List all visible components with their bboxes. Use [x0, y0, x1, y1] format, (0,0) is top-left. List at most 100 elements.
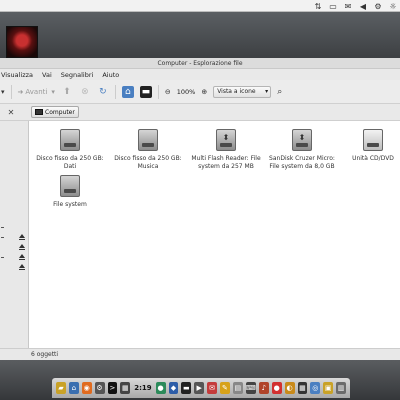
sidebar-item[interactable]: [0, 264, 29, 272]
drive-label: SanDisk Cruzer Micro: File system da 8,0…: [269, 155, 335, 170]
drive-item[interactable]: SanDisk Cruzer Micro: File system da 8,0…: [265, 129, 339, 171]
home-folder-icon[interactable]: ⌂: [68, 382, 79, 394]
mail-icon[interactable]: ✉: [207, 382, 218, 394]
network-icon[interactable]: ◆: [168, 382, 179, 394]
sidebar-item[interactable]: [0, 234, 29, 242]
zoom-in-icon[interactable]: ⊕: [201, 85, 207, 99]
display-icon[interactable]: ▦: [297, 382, 308, 394]
menu-vai[interactable]: Vai: [41, 71, 53, 79]
location-bar: ✕ Computer: [0, 104, 400, 121]
harddisk-icon: [138, 129, 158, 151]
volume-icon[interactable]: ◀: [358, 2, 368, 11]
forward-arrow-icon: ➜: [17, 87, 24, 96]
eject-icon[interactable]: [18, 244, 25, 251]
trash-icon[interactable]: ▥: [336, 382, 347, 394]
back-dropdown-icon[interactable]: ▾: [1, 85, 5, 99]
eject-icon[interactable]: [18, 234, 25, 241]
chevron-down-icon: ▾: [265, 88, 269, 95]
status-bar: 6 oggetti: [0, 348, 400, 360]
settings-icon[interactable]: ⚙: [373, 2, 383, 11]
sidebar-item[interactable]: [0, 254, 29, 262]
toolbar: ▾ ➜ Avanti ▾ ⬆ ⊗ ↻ ⌂ ▬ ⊖ 100% ⊕ Vista a …: [0, 80, 400, 104]
archive-icon[interactable]: ▣: [323, 382, 334, 394]
music-icon[interactable]: ♪: [258, 382, 269, 394]
optical-drive-icon: [363, 129, 383, 151]
dock: ▰ ⌂ ◉ ⚙ > ▦ 2:19 ● ◆ ▬ ▶ ✉ ✎ ▤ ⌨ ♪ ● ◐ ▦…: [52, 378, 350, 398]
text-editor-icon[interactable]: ✎: [220, 382, 230, 394]
sidebar-marker: [1, 257, 4, 258]
drive-item[interactable]: Disco fisso da 250 GB: Dati: [33, 129, 107, 171]
photo-icon[interactable]: ◐: [284, 382, 295, 394]
folder-icon[interactable]: ▰: [56, 382, 66, 394]
search-icon[interactable]: ⌕: [277, 85, 282, 99]
menu-aiuto[interactable]: Aiuto: [101, 71, 120, 79]
window-title: Computer - Esplorazione file: [0, 58, 400, 69]
office-icon[interactable]: ▤: [232, 382, 243, 394]
toolbar-separator: [10, 84, 12, 99]
desktop-background: [0, 12, 400, 59]
monitor-icon[interactable]: ▬: [181, 382, 192, 394]
file-manager-window: Computer - Esplorazione file Visualizza …: [0, 58, 400, 360]
drive-item[interactable]: File system: [33, 175, 107, 209]
sidebar-item[interactable]: [0, 244, 29, 252]
forward-button[interactable]: ➜ Avanti ▾: [18, 85, 55, 99]
drive-label: Disco fisso da 250 GB: Dati: [36, 155, 104, 170]
zoom-level: 100%: [176, 87, 196, 96]
home-icon[interactable]: ⌂: [121, 85, 134, 98]
computer-icon: [35, 109, 43, 115]
file-view: Disco fisso da 250 GB: Dati Disco fisso …: [29, 121, 400, 348]
keyboard-icon[interactable]: ⌨: [245, 382, 256, 394]
terminal-icon[interactable]: >: [107, 382, 118, 394]
sidebar: [0, 121, 29, 348]
reload-icon[interactable]: ↻: [97, 86, 109, 98]
menu-visualizza[interactable]: Visualizza: [0, 71, 34, 79]
mail-icon[interactable]: ✉: [343, 2, 353, 11]
network-icon[interactable]: ⇅: [313, 2, 323, 11]
record-icon[interactable]: ●: [271, 382, 282, 394]
top-system-bar: ⇅ ▭ ✉ ◀ ⚙ ☼: [0, 0, 400, 12]
eject-icon[interactable]: [18, 254, 25, 261]
close-sidebar-icon[interactable]: ✕: [0, 108, 22, 117]
usb-drive-icon: [216, 129, 236, 151]
system-tray: ⇅ ▭ ✉ ◀ ⚙ ☼: [313, 1, 398, 11]
battery-icon[interactable]: ▭: [328, 2, 338, 11]
drive-item[interactable]: Disco fisso da 250 GB: Musica: [111, 129, 185, 171]
chat-icon[interactable]: ●: [155, 382, 166, 394]
path-button-computer[interactable]: Computer: [31, 106, 79, 118]
drive-item[interactable]: Multi Flash Reader: File system da 257 M…: [189, 129, 263, 171]
harddisk-icon: [60, 175, 80, 197]
media-icon[interactable]: ▶: [194, 382, 205, 394]
drive-label: Unità CD/DVD: [352, 155, 394, 162]
toolbar-separator: [114, 84, 116, 99]
sidebar-marker: [1, 227, 4, 228]
harddisk-icon: [60, 129, 80, 151]
stop-icon[interactable]: ⊗: [79, 86, 91, 98]
view-mode-select[interactable]: Vista a icone ▾: [213, 85, 272, 98]
window-body: Disco fisso da 250 GB: Dati Disco fisso …: [0, 121, 400, 348]
path-button-label: Computer: [45, 108, 75, 116]
view-mode-label: Vista a icone: [217, 88, 256, 95]
zoom-out-icon[interactable]: ⊖: [165, 85, 171, 99]
clock[interactable]: 2:19: [133, 384, 152, 392]
drive-label: File system: [53, 201, 87, 208]
browser-icon[interactable]: ◉: [81, 382, 92, 394]
desktop-icon-image[interactable]: [6, 26, 38, 58]
drive-label: Disco fisso da 250 GB: Musica: [114, 155, 182, 170]
menu-segnalibri[interactable]: Segnalibri: [60, 71, 95, 79]
settings-icon[interactable]: ⚙: [94, 382, 105, 394]
camera-icon[interactable]: ◎: [310, 382, 321, 394]
eject-icon[interactable]: [18, 264, 25, 271]
computer-icon[interactable]: ▬: [139, 85, 152, 98]
forward-label: Avanti: [25, 87, 48, 96]
drive-item[interactable]: Unità CD/DVD: [343, 129, 400, 163]
up-icon[interactable]: ⬆: [61, 86, 73, 98]
sidebar-item[interactable]: [0, 224, 29, 232]
usb-drive-icon: [292, 129, 312, 151]
calculator-icon[interactable]: ▦: [120, 382, 131, 394]
sidebar-marker: [1, 237, 4, 238]
brightness-icon[interactable]: ☼: [388, 2, 398, 11]
forward-dropdown-icon: ▾: [51, 87, 55, 96]
toolbar-separator: [157, 84, 159, 99]
menu-bar: Visualizza Vai Segnalibri Aiuto: [0, 69, 400, 80]
drive-label: Multi Flash Reader: File system da 257 M…: [191, 155, 261, 170]
